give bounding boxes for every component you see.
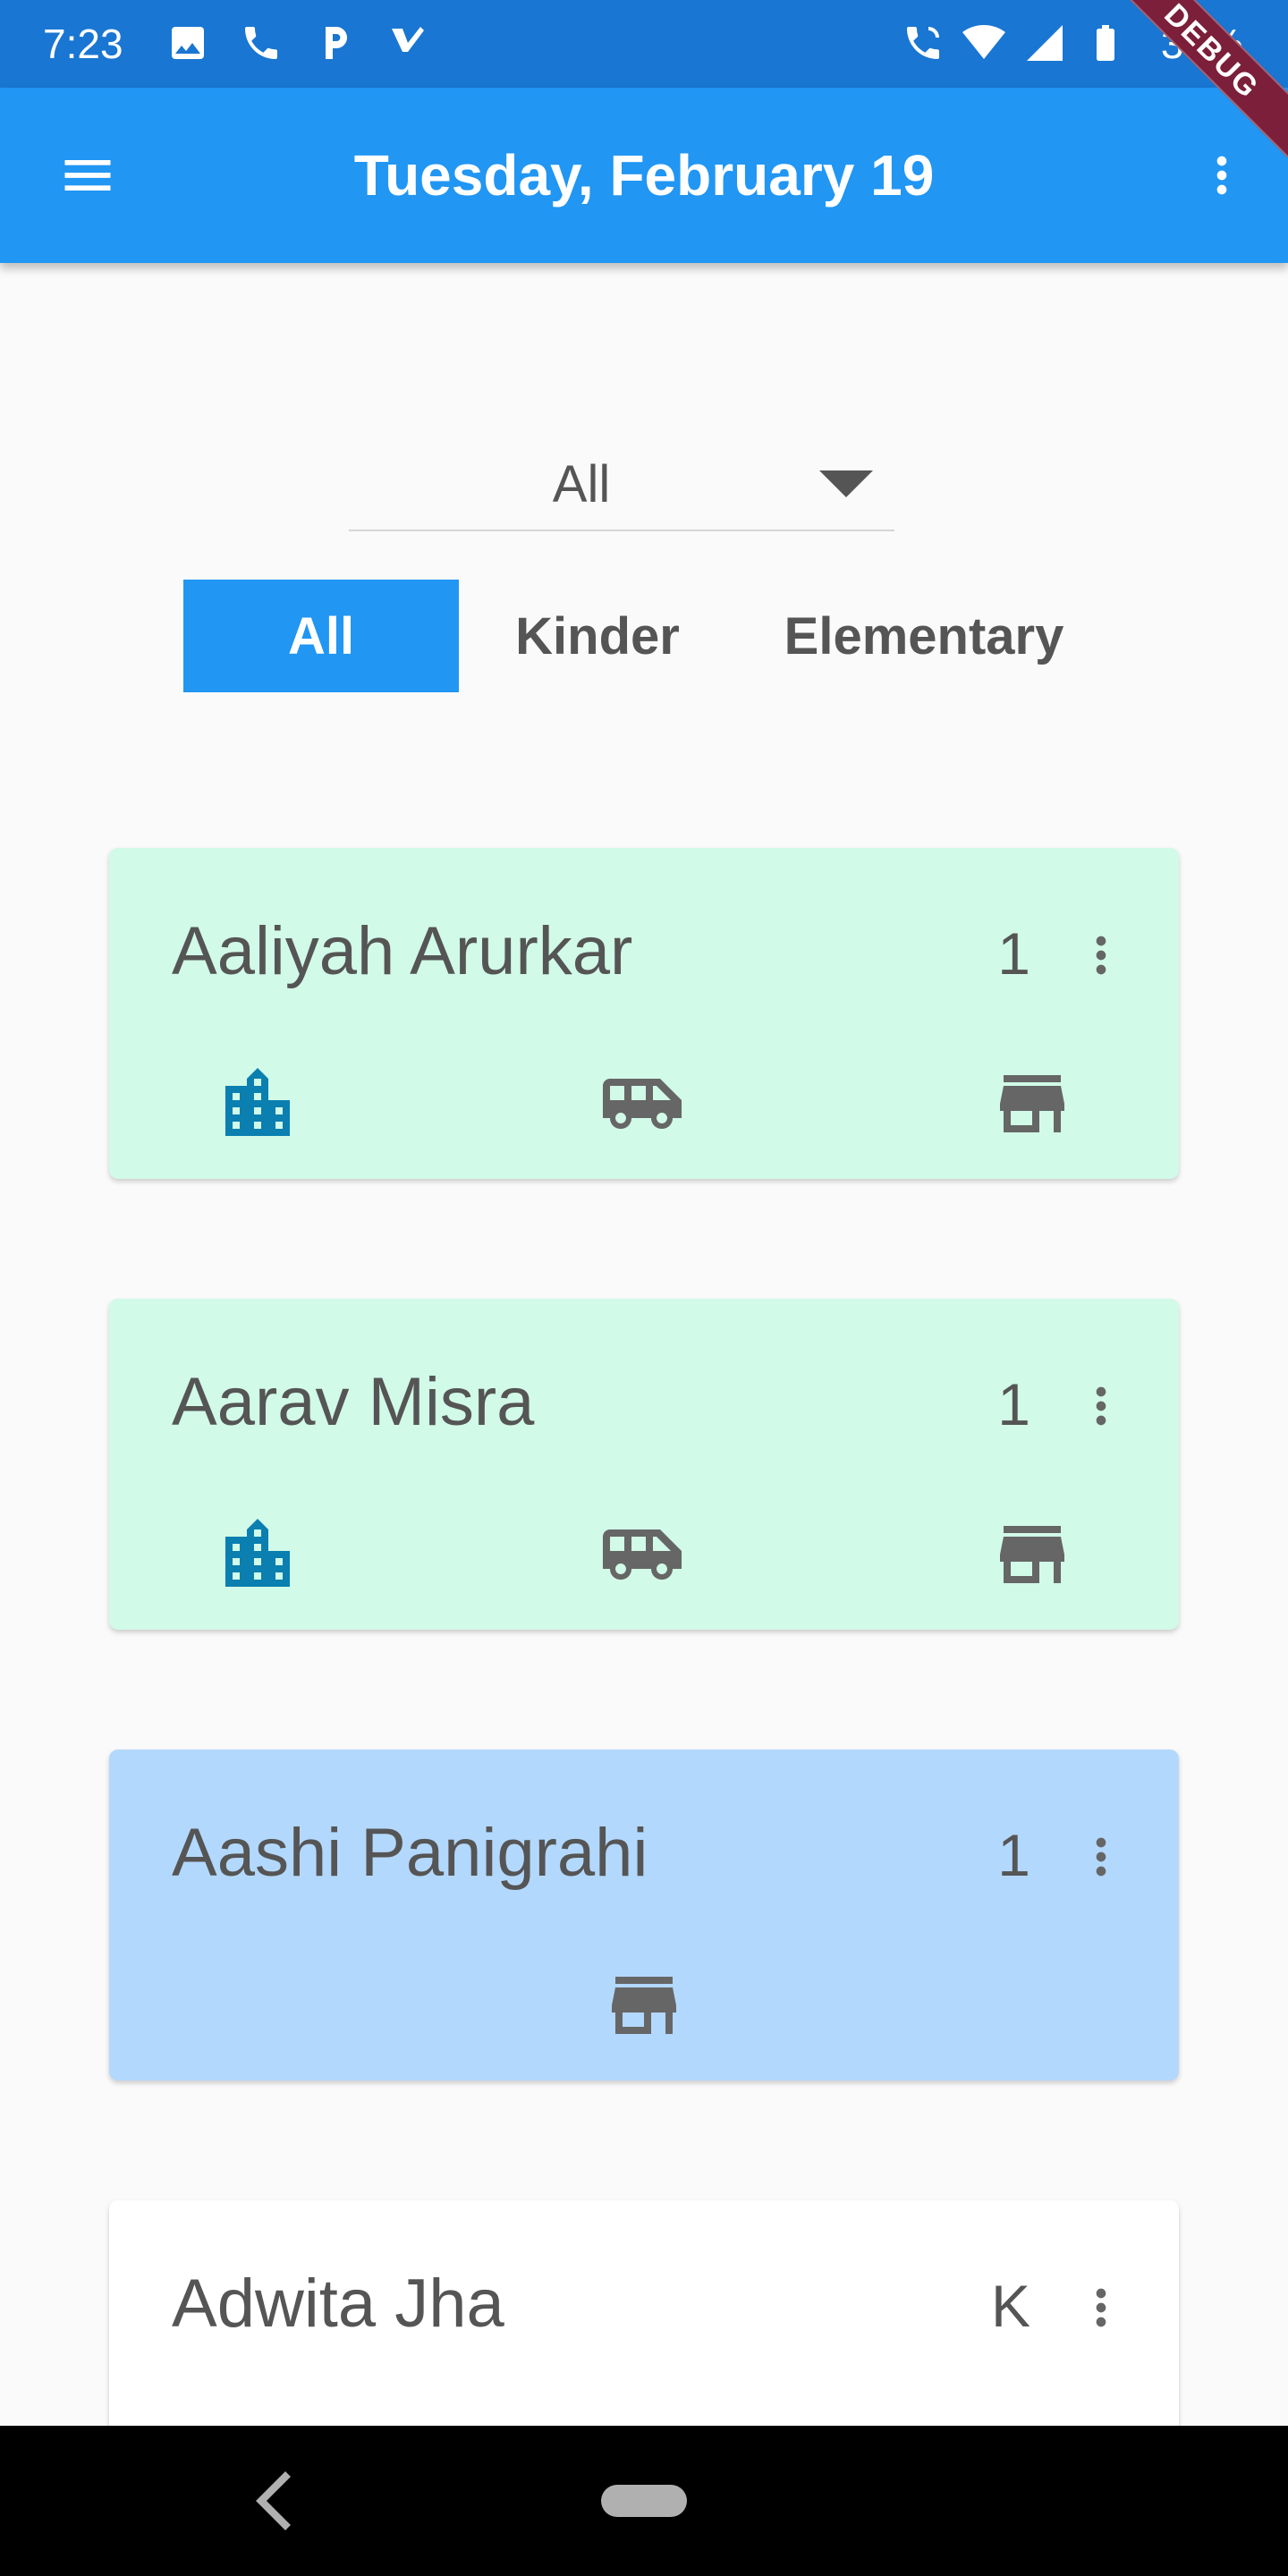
more-vert-icon xyxy=(1216,156,1227,195)
student-card[interactable]: Aaliyah Arurkar 1 xyxy=(109,848,1179,1179)
check-icon xyxy=(386,21,429,64)
more-vert-icon xyxy=(1096,1386,1106,1426)
student-card[interactable]: Aarav Misra 1 xyxy=(109,1299,1179,1630)
student-name: Adwita Jha xyxy=(172,2266,504,2342)
bus-icon[interactable] xyxy=(599,1061,685,1147)
grade-filter-tabs: All Kinder Elementary xyxy=(183,580,1112,692)
more-vert-icon xyxy=(1096,2288,1106,2327)
page-title: Tuesday, February 19 xyxy=(353,143,935,208)
store-icon[interactable] xyxy=(601,1962,687,2048)
store-icon[interactable] xyxy=(989,1061,1075,1147)
tab-kinder[interactable]: Kinder xyxy=(459,580,736,692)
home-pill-button[interactable] xyxy=(601,2485,687,2517)
status-time: 7:23 xyxy=(43,21,123,67)
card-more-button[interactable] xyxy=(1070,1370,1132,1442)
dropdown-selected-value: All xyxy=(552,455,611,513)
tab-elementary[interactable]: Elementary xyxy=(736,580,1112,692)
more-vert-icon xyxy=(1096,936,1106,975)
overflow-menu-button[interactable] xyxy=(1177,131,1267,220)
card-more-button[interactable] xyxy=(1070,919,1132,991)
system-navigation-bar xyxy=(0,2426,1288,2576)
student-grade: 1 xyxy=(997,1822,1030,1888)
back-icon[interactable] xyxy=(250,2469,304,2533)
more-vert-icon xyxy=(1096,1837,1106,1877)
card-more-button[interactable] xyxy=(1070,1821,1132,1893)
phone-icon xyxy=(240,21,283,64)
signal-icon xyxy=(1023,21,1066,64)
wifi-icon xyxy=(962,21,1005,64)
image-icon xyxy=(166,21,209,64)
status-bar: 7:23 35% xyxy=(0,0,1288,88)
parking-icon xyxy=(313,21,356,64)
student-grade: 1 xyxy=(997,920,1030,987)
building-icon[interactable] xyxy=(215,1061,301,1147)
system-icons xyxy=(902,21,1127,64)
wifi-call-icon xyxy=(902,21,945,64)
store-icon[interactable] xyxy=(989,1512,1075,1597)
dropdown-arrow-icon xyxy=(819,469,873,504)
filter-dropdown[interactable]: All xyxy=(349,438,894,531)
student-grade: K xyxy=(990,2273,1030,2339)
battery-icon xyxy=(1084,21,1127,64)
student-card[interactable]: Aashi Panigrahi 1 xyxy=(109,1750,1179,2080)
student-name: Aaliyah Arurkar xyxy=(172,913,633,989)
student-name: Aashi Panigrahi xyxy=(172,1815,648,1891)
bus-icon[interactable] xyxy=(599,1512,685,1597)
app-bar: Tuesday, February 19 xyxy=(0,88,1288,263)
student-name: Aarav Misra xyxy=(172,1364,535,1440)
building-icon[interactable] xyxy=(215,1512,301,1597)
card-more-button[interactable] xyxy=(1070,2272,1132,2343)
tab-all[interactable]: All xyxy=(183,580,459,692)
notification-icons xyxy=(166,21,429,64)
student-grade: 1 xyxy=(997,1371,1030,1437)
